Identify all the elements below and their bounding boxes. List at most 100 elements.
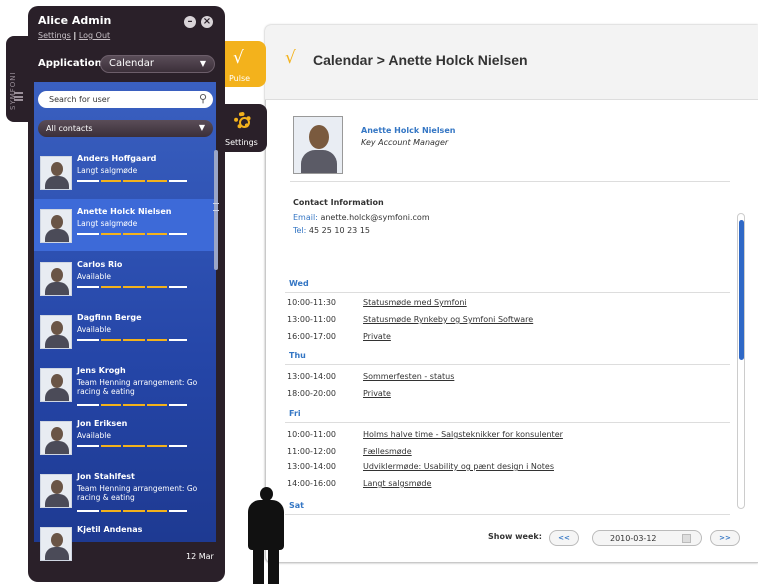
email-value[interactable]: anette.holck@symfoni.com	[320, 213, 429, 222]
availability-bar	[77, 286, 187, 288]
availability-segment	[77, 233, 99, 235]
availability-bar	[77, 445, 187, 447]
contact-status: Available	[77, 325, 111, 334]
application-select[interactable]: Calendar ▼	[100, 55, 215, 73]
link-separator: |	[73, 31, 77, 40]
application-value: Calendar	[109, 58, 154, 69]
contact-item[interactable]: Anette Holck Nielsen Langt salgmøde	[34, 199, 214, 251]
day-heading: Thu	[289, 351, 306, 360]
availability-segment	[123, 180, 145, 182]
contact-status: Team Henning arrangement: Go racing & ea…	[77, 378, 198, 396]
calendar-icon[interactable]	[682, 534, 691, 543]
prev-week-button[interactable]: <<	[549, 530, 579, 546]
person-silhouette-head	[260, 487, 273, 501]
day-heading: Wed	[289, 279, 309, 288]
schedule-scrollbar[interactable]	[737, 213, 745, 509]
contact-item[interactable]: Jon Stahlfest Team Henning arrangement: G…	[34, 464, 214, 516]
brand-label: SYMFONI	[9, 71, 17, 110]
contact-item[interactable]: Carlos Rio Available	[34, 252, 214, 304]
availability-segment	[123, 233, 145, 235]
tel-value: 45 25 10 23 15	[308, 226, 370, 235]
close-icon[interactable]: ×	[201, 16, 213, 28]
scroll-thumb[interactable]	[739, 220, 744, 360]
availability-bar	[77, 339, 187, 341]
settings-link[interactable]: Settings	[38, 31, 71, 40]
footer-date: 12 Mar	[186, 552, 214, 561]
avatar	[40, 368, 72, 402]
chevron-down-icon: ▼	[198, 123, 205, 132]
appointment-link[interactable]: Udviklermøde: Usability og pænt design i…	[363, 462, 554, 471]
divider	[290, 181, 730, 182]
contact-status: Langt salgmøde	[77, 219, 138, 228]
appointment-time: 10:00-11:00	[287, 430, 336, 439]
availability-segment	[123, 339, 145, 341]
appointment-time: 13:00-14:00	[287, 462, 336, 471]
pulse-icon: √	[285, 48, 296, 68]
contact-item[interactable]: Dagfinn Berge Available	[34, 305, 214, 357]
availability-segment	[77, 404, 99, 406]
divider	[285, 514, 730, 515]
week-date-field[interactable]: 2010-03-12	[592, 530, 702, 546]
availability-segment	[123, 286, 145, 288]
availability-segment	[123, 510, 145, 512]
next-week-button[interactable]: >>	[710, 530, 740, 546]
avatar	[40, 474, 72, 508]
avatar	[40, 156, 72, 190]
avatar	[40, 209, 72, 243]
availability-segment	[77, 286, 99, 288]
appointment-link[interactable]: Langt salgsmøde	[363, 479, 431, 488]
logout-link[interactable]: Log Out	[79, 31, 110, 40]
email-row: Email: anette.holck@symfoni.com	[293, 213, 430, 222]
person-silhouette	[248, 500, 284, 550]
silhouette-leg	[253, 545, 264, 584]
appointment-link[interactable]: Private	[363, 332, 391, 341]
contact-item[interactable]: Jon Eriksen Available	[34, 411, 214, 463]
application-label: Application	[38, 58, 102, 69]
tel-label: Tel:	[293, 226, 307, 235]
chevron-down-icon: ▼	[199, 59, 206, 68]
availability-bar	[77, 404, 187, 406]
avatar	[40, 315, 72, 349]
contact-status: Available	[77, 272, 111, 281]
divider	[285, 364, 730, 365]
day-heading: Fri	[289, 409, 301, 418]
availability-segment	[101, 404, 121, 406]
contact-status: Team Henning arrangement: Go racing & ea…	[77, 484, 198, 502]
appointment-link[interactable]: Sommerfesten - status	[363, 372, 454, 381]
user-links: Settings | Log Out	[38, 31, 110, 40]
minimize-icon[interactable]: –	[184, 16, 196, 28]
contact-status: Available	[77, 431, 111, 440]
avatar	[40, 527, 72, 561]
contact-item[interactable]: Kjetil Andenas	[34, 517, 214, 569]
availability-segment	[169, 445, 187, 447]
contact-name: Kjetil Andenas	[77, 525, 143, 534]
contact-name: Carlos Rio	[77, 260, 123, 269]
availability-segment	[147, 339, 167, 341]
availability-segment	[169, 404, 187, 406]
availability-segment	[77, 510, 99, 512]
availability-segment	[123, 404, 145, 406]
availability-segment	[147, 233, 167, 235]
contact-item[interactable]: Jens Krogh Team Henning arrangement: Go r…	[34, 358, 214, 410]
avatar	[40, 421, 72, 455]
availability-segment	[101, 286, 121, 288]
search-input[interactable]: Search for user ⚲	[38, 91, 213, 108]
appointment-link[interactable]: Statusmøde Rynkeby og Symfoni Software	[363, 315, 533, 324]
contacts-filter-select[interactable]: All contacts ▼	[38, 120, 213, 137]
appointment-time: 11:00-12:00	[287, 447, 336, 456]
appointment-link[interactable]: Statusmøde med Symfoni	[363, 298, 467, 307]
availability-segment	[147, 404, 167, 406]
appointment-link[interactable]: Holms halve time - Salgsteknikker for ko…	[363, 430, 563, 439]
appointment-link[interactable]: Fællesmøde	[363, 447, 412, 456]
search-icon[interactable]: ⚲	[199, 92, 207, 105]
availability-segment	[169, 180, 187, 182]
appointment-link[interactable]: Private	[363, 389, 391, 398]
person-name: Anette Holck Nielsen	[361, 126, 456, 135]
availability-segment	[169, 339, 187, 341]
appointment-time: 10:00-11:30	[287, 298, 336, 307]
contact-name: Anette Holck Nielsen	[77, 207, 172, 216]
availability-segment	[77, 445, 99, 447]
availability-segment	[169, 510, 187, 512]
contact-item[interactable]: Anders Hoffgaard Langt salgmøde	[34, 146, 214, 198]
search-placeholder: Search for user	[49, 95, 111, 104]
